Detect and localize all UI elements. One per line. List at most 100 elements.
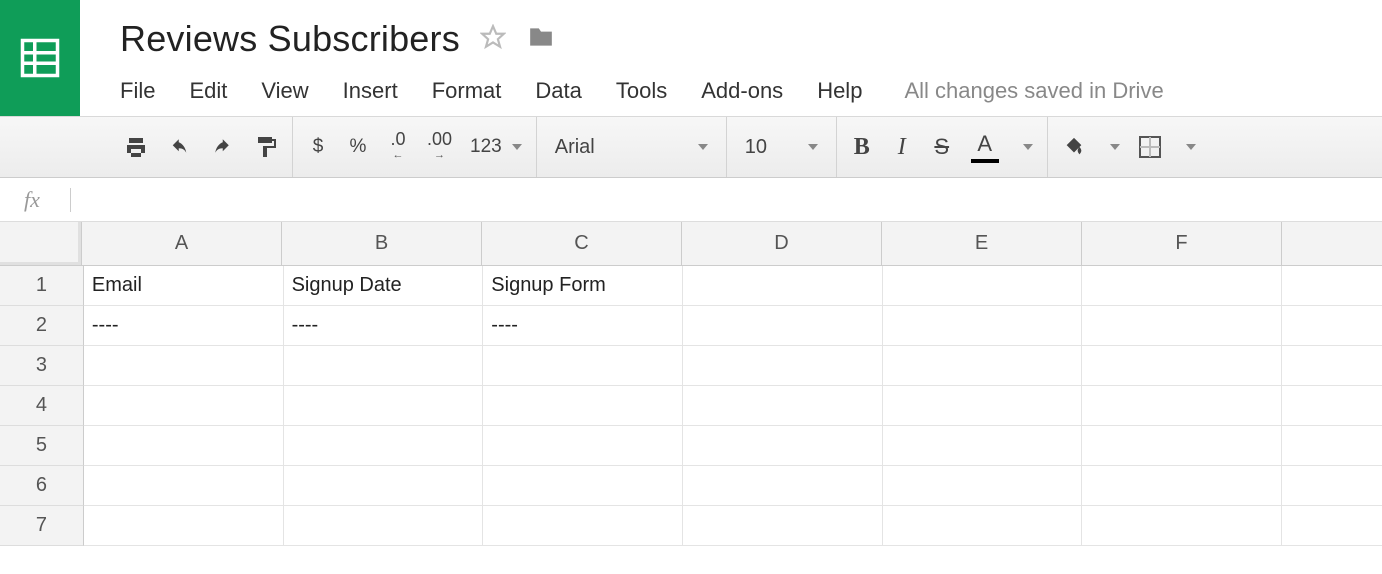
cell-a5[interactable] (84, 426, 284, 466)
font-family-dropdown[interactable]: Arial (537, 117, 727, 177)
cell-c3[interactable] (483, 346, 683, 386)
italic-button[interactable]: I (891, 134, 913, 161)
cell-a2[interactable]: ---- (84, 306, 284, 346)
menu-format[interactable]: Format (432, 78, 502, 104)
row-header-3[interactable]: 3 (0, 346, 84, 386)
cell-f4[interactable] (1082, 386, 1282, 426)
cell-a4[interactable] (84, 386, 284, 426)
print-button[interactable] (124, 135, 148, 159)
row-header-2[interactable]: 2 (0, 306, 84, 346)
menu-file[interactable]: File (120, 78, 155, 104)
cell-f1[interactable] (1082, 266, 1282, 306)
cell-g2[interactable] (1282, 306, 1382, 346)
cell-d5[interactable] (683, 426, 883, 466)
undo-button[interactable] (166, 137, 192, 157)
menu-help[interactable]: Help (817, 78, 862, 104)
menu-tools[interactable]: Tools (616, 78, 667, 104)
select-all-corner[interactable] (0, 222, 82, 266)
menu-addons[interactable]: Add-ons (701, 78, 783, 104)
cell-d7[interactable] (683, 506, 883, 546)
menu-insert[interactable]: Insert (343, 78, 398, 104)
cell-e7[interactable] (883, 506, 1083, 546)
cell-d1[interactable] (683, 266, 883, 306)
cell-f7[interactable] (1082, 506, 1282, 546)
col-header-b[interactable]: B (282, 222, 482, 266)
col-header-d[interactable]: D (682, 222, 882, 266)
increase-decimal-button[interactable]: .00 → (427, 132, 452, 162)
formula-bar: fx (0, 178, 1382, 222)
cell-d2[interactable] (683, 306, 883, 346)
sheets-logo[interactable] (0, 0, 80, 116)
menu-edit[interactable]: Edit (189, 78, 227, 104)
col-header-extra[interactable] (1282, 222, 1382, 266)
col-header-a[interactable]: A (82, 222, 282, 266)
cell-d4[interactable] (683, 386, 883, 426)
cell-b6[interactable] (284, 466, 484, 506)
strikethrough-button[interactable]: S (931, 134, 953, 160)
cell-b3[interactable] (284, 346, 484, 386)
cell-f6[interactable] (1082, 466, 1282, 506)
bold-button[interactable]: B (851, 134, 873, 161)
cell-c2[interactable]: ---- (483, 306, 683, 346)
cell-a3[interactable] (84, 346, 284, 386)
header: Reviews Subscribers File Edit View Inser… (0, 0, 1382, 116)
cell-b4[interactable] (284, 386, 484, 426)
percent-button[interactable]: % (347, 136, 369, 158)
cell-c6[interactable] (483, 466, 683, 506)
cell-e1[interactable] (883, 266, 1083, 306)
cell-c5[interactable] (483, 426, 683, 466)
col-header-c[interactable]: C (482, 222, 682, 266)
cell-g1[interactable] (1282, 266, 1382, 306)
row-header-6[interactable]: 6 (0, 466, 84, 506)
cell-c4[interactable] (483, 386, 683, 426)
cell-d6[interactable] (683, 466, 883, 506)
menu-view[interactable]: View (261, 78, 308, 104)
cell-a7[interactable] (84, 506, 284, 546)
cell-g3[interactable] (1282, 346, 1382, 386)
row-header-5[interactable]: 5 (0, 426, 84, 466)
caret-down-icon[interactable] (1110, 144, 1120, 150)
cell-e2[interactable] (883, 306, 1083, 346)
cell-e5[interactable] (883, 426, 1083, 466)
star-icon[interactable] (480, 24, 506, 55)
row-header-7[interactable]: 7 (0, 506, 84, 546)
cell-c1[interactable]: Signup Form (483, 266, 683, 306)
currency-button[interactable]: $ (307, 136, 329, 158)
cell-c7[interactable] (483, 506, 683, 546)
cell-b1[interactable]: Signup Date (284, 266, 484, 306)
cell-g6[interactable] (1282, 466, 1382, 506)
cell-g5[interactable] (1282, 426, 1382, 466)
cell-f3[interactable] (1082, 346, 1282, 386)
caret-down-icon[interactable] (1186, 144, 1196, 150)
cell-b5[interactable] (284, 426, 484, 466)
cell-e6[interactable] (883, 466, 1083, 506)
fill-color-button[interactable] (1062, 136, 1086, 158)
cell-e4[interactable] (883, 386, 1083, 426)
cell-f2[interactable] (1082, 306, 1282, 346)
caret-down-icon[interactable] (1023, 144, 1033, 150)
text-color-button[interactable]: A (971, 131, 999, 163)
borders-button[interactable] (1138, 135, 1162, 159)
cell-b7[interactable] (284, 506, 484, 546)
cell-e3[interactable] (883, 346, 1083, 386)
cell-g4[interactable] (1282, 386, 1382, 426)
cell-b2[interactable]: ---- (284, 306, 484, 346)
formula-input[interactable] (101, 178, 1382, 221)
cell-f5[interactable] (1082, 426, 1282, 466)
folder-icon[interactable] (526, 24, 556, 55)
cell-g7[interactable] (1282, 506, 1382, 546)
decrease-decimal-button[interactable]: .0 ← (387, 132, 409, 162)
font-size-dropdown[interactable]: 10 (727, 117, 837, 177)
redo-button[interactable] (210, 137, 236, 157)
col-header-f[interactable]: F (1082, 222, 1282, 266)
cell-d3[interactable] (683, 346, 883, 386)
menu-data[interactable]: Data (535, 78, 581, 104)
row-header-4[interactable]: 4 (0, 386, 84, 426)
cell-a1[interactable]: Email (84, 266, 284, 306)
col-header-e[interactable]: E (882, 222, 1082, 266)
document-title[interactable]: Reviews Subscribers (120, 18, 460, 60)
cell-a6[interactable] (84, 466, 284, 506)
row-header-1[interactable]: 1 (0, 266, 84, 306)
number-format-button[interactable]: 123 (470, 136, 522, 158)
paint-format-button[interactable] (254, 134, 278, 160)
